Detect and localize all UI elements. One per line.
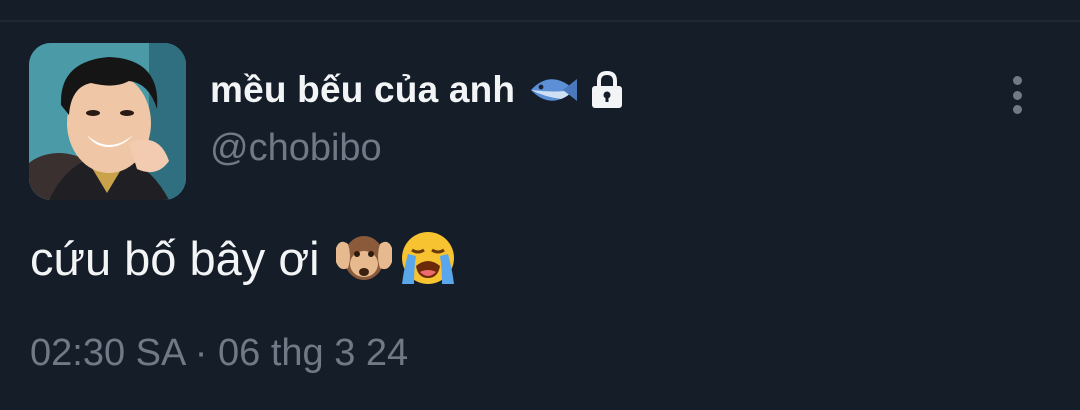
more-dot xyxy=(1012,76,1022,85)
tweet-body: cứu bố bây ơi xyxy=(30,226,458,290)
display-name-row: mều bếu của anh xyxy=(210,62,627,118)
timestamp[interactable]: 02:30 SA · 06 thg 3 24 xyxy=(30,332,408,375)
top-divider xyxy=(0,20,1080,22)
lock-icon xyxy=(592,70,623,108)
tweet-detail-view: mều bếu của anh @chobibo cứu bố bây ơi 0… xyxy=(0,0,1080,410)
handle[interactable]: @chobibo xyxy=(210,127,382,170)
more-dot xyxy=(1012,90,1022,100)
loudly-crying-face-icon xyxy=(401,232,454,284)
more-vertical-icon[interactable] xyxy=(1000,72,1034,118)
avatar-photo xyxy=(29,43,186,200)
more-dot xyxy=(1012,105,1022,114)
tweet-text: cứu bố bây ơi xyxy=(30,231,320,285)
hear-no-evil-monkey-icon xyxy=(335,236,392,280)
fish-icon xyxy=(531,79,578,101)
avatar[interactable] xyxy=(29,43,186,200)
display-name[interactable]: mều bếu của anh xyxy=(210,69,515,111)
